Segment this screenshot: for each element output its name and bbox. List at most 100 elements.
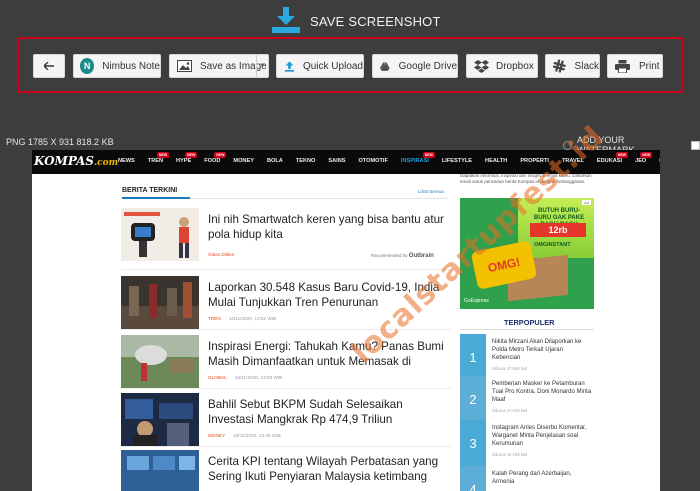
article-thumbnail xyxy=(121,335,199,388)
nav-item-tekno[interactable]: TEKNO xyxy=(296,158,316,164)
new-badge: NEW xyxy=(615,152,629,158)
nav-item-jeo[interactable]: JEO NEW xyxy=(635,152,653,164)
kompas-logo: KOMPAS.com xyxy=(34,154,118,168)
nav-item-inspirasi[interactable]: INSPIRASI NEW xyxy=(400,152,435,164)
article-meta: TREN 16/11/2020, 13:52 WIB xyxy=(208,316,276,321)
download-icon xyxy=(272,7,300,33)
article-separator xyxy=(121,388,451,389)
slack-icon xyxy=(553,59,566,73)
article-title: Cerita KPI tentang Wilayah Perbatasan ya… xyxy=(208,455,439,483)
screenshot-preview: KOMPAS.com NEWS TREN NEW HYPE NEW FOOD NEW MONE… xyxy=(32,150,660,491)
quick-upload-button[interactable]: Quick Upload xyxy=(276,54,364,78)
upload-icon xyxy=(285,60,294,72)
nav-item-label: LIFESTYLE xyxy=(441,158,473,164)
outbrain-credit: Recommended by Outbrain xyxy=(371,253,434,259)
logo-suffix: .com xyxy=(93,158,119,168)
popular-views: Dibaca 42.198 kali xyxy=(492,452,528,457)
ad-label: Ad xyxy=(582,200,591,205)
nimbus-note-label: Nimbus Note xyxy=(102,60,160,72)
print-button[interactable]: Print xyxy=(607,54,663,78)
popular-text: Nikita Mirzani Akan Dilaporkan ke Polda … xyxy=(492,339,582,361)
share-toolbar: N Nimbus Note Save as Image ▼ Quick Uplo… xyxy=(17,37,683,93)
popular-rank: 1 xyxy=(460,334,486,380)
nav-item-edukasi[interactable]: EDUKASI NEW xyxy=(596,152,629,164)
nav-item-health[interactable]: HEALTH xyxy=(485,158,507,164)
dropbox-label: Dropbox xyxy=(496,60,534,72)
article-title: Ini nih Smartwatch keren yang bisa bantu… xyxy=(208,213,444,241)
google-drive-label: Google Drive xyxy=(398,60,457,72)
printer-icon xyxy=(615,59,630,73)
quick-upload-label: Quick Upload xyxy=(302,60,363,72)
nav-item-label: SAINS xyxy=(328,158,346,164)
nav-item-label: MONEY xyxy=(233,158,254,164)
ad-promo-code: OMGINSTANT xyxy=(534,242,571,248)
nav-item-label: NEWS xyxy=(118,158,135,164)
dropbox-button[interactable]: Dropbox xyxy=(466,54,538,78)
nav-item-money[interactable]: MONEY xyxy=(233,158,254,164)
article-separator xyxy=(121,269,451,270)
nav-item-lifestyle[interactable]: LIFESTYLE xyxy=(442,158,472,164)
new-badge: NEW xyxy=(640,152,653,158)
nav-item-kolom[interactable]: KOLOM xyxy=(659,158,660,164)
article-thumbnail xyxy=(121,450,199,491)
popular-title: TERPOPULER xyxy=(504,318,555,327)
nav-item-otomotif[interactable]: OTOMOTIF xyxy=(358,158,387,164)
popular-rank: 4 xyxy=(460,466,486,491)
add-watermark-checkbox[interactable] xyxy=(691,140,700,150)
nav-item-food[interactable]: FOOD NEW xyxy=(204,152,227,164)
article-title: Inspirasi Energi: Tahukah Kamu? Panas Bu… xyxy=(208,340,444,368)
nimbus-note-icon: N xyxy=(80,58,95,74)
print-label: Print xyxy=(639,60,660,72)
ad-price: 12rb xyxy=(530,223,586,237)
article-thumbnail xyxy=(121,393,199,446)
nav-item-label: HYPE xyxy=(176,158,192,164)
new-badge: NEW xyxy=(214,152,227,158)
nav-item-sains[interactable]: SAINS xyxy=(328,158,345,164)
image-icon xyxy=(177,60,192,72)
article-title: Bahlil Sebut BKPM Sudah Selesaikan Inves… xyxy=(208,398,403,426)
popular-rank: 3 xyxy=(460,420,486,466)
article-source: GLOBAL xyxy=(208,375,227,380)
article-time: 16/11/2020, 13:49 WIB xyxy=(233,433,281,438)
nav-item-label: OTOMOTIF xyxy=(358,158,388,164)
logo-main: KOMPAS xyxy=(34,154,94,168)
nav-item-news[interactable]: NEWS xyxy=(118,158,135,164)
google-drive-button[interactable]: Google Drive xyxy=(372,54,458,78)
article-time: 16/11/2020, 13:52 WIB xyxy=(228,316,277,321)
arrow-left-icon xyxy=(44,62,54,70)
back-button[interactable] xyxy=(33,54,65,78)
see-all-link: Lihat Semua xyxy=(418,189,444,194)
nav-item-hype[interactable]: HYPE NEW xyxy=(176,152,198,164)
nimbus-note-button[interactable]: N Nimbus Note xyxy=(73,54,161,78)
article-source: MONEY xyxy=(208,433,226,438)
nav-item-label: HEALTH xyxy=(485,158,508,164)
popular-text: Kalah Perang dari Azerbaijan, Armenia xyxy=(492,471,572,485)
dropbox-icon xyxy=(474,59,489,73)
article-thumbnail xyxy=(121,276,199,329)
popular-views: Dibaca 47.048 kali xyxy=(492,408,528,413)
new-badge: NEW xyxy=(156,152,170,158)
google-drive-icon xyxy=(380,61,390,71)
nav-item-bola[interactable]: BOLA xyxy=(267,158,283,164)
slack-button[interactable]: Slack xyxy=(545,54,600,78)
article-source: Glass Dikkor xyxy=(208,252,235,257)
nav-item-label: INSPIRASI xyxy=(400,158,429,164)
article-source: TREN xyxy=(208,316,221,321)
popular-divider xyxy=(460,329,594,330)
nav-item-tren[interactable]: TREN NEW xyxy=(148,152,170,164)
popular-rank: 2 xyxy=(460,376,486,422)
save-as-image-dropdown[interactable]: ▼ xyxy=(256,55,268,77)
chevron-down-icon: ▼ xyxy=(259,63,266,69)
outbrain-prefix: Recommended by xyxy=(371,253,408,258)
outbrain-brand: Outbrain xyxy=(408,253,434,259)
new-badge: NEW xyxy=(185,152,198,158)
article-thumbnail xyxy=(121,208,199,261)
new-badge: NEW xyxy=(422,152,435,158)
popular-text: Instagram Anies Diserbu Komentar, Wargan… xyxy=(492,425,587,447)
file-info: PNG 1785 X 931 818.2 KB xyxy=(6,137,114,147)
section-title: BERITA TERKINI xyxy=(122,187,178,194)
save-as-image-button[interactable]: Save as Image ▼ xyxy=(169,54,269,78)
ad-brand: GoExpress xyxy=(464,298,489,304)
page-header: SAVE SCREENSHOT xyxy=(0,0,700,40)
nav-item-label: EDUKASI xyxy=(596,158,623,164)
